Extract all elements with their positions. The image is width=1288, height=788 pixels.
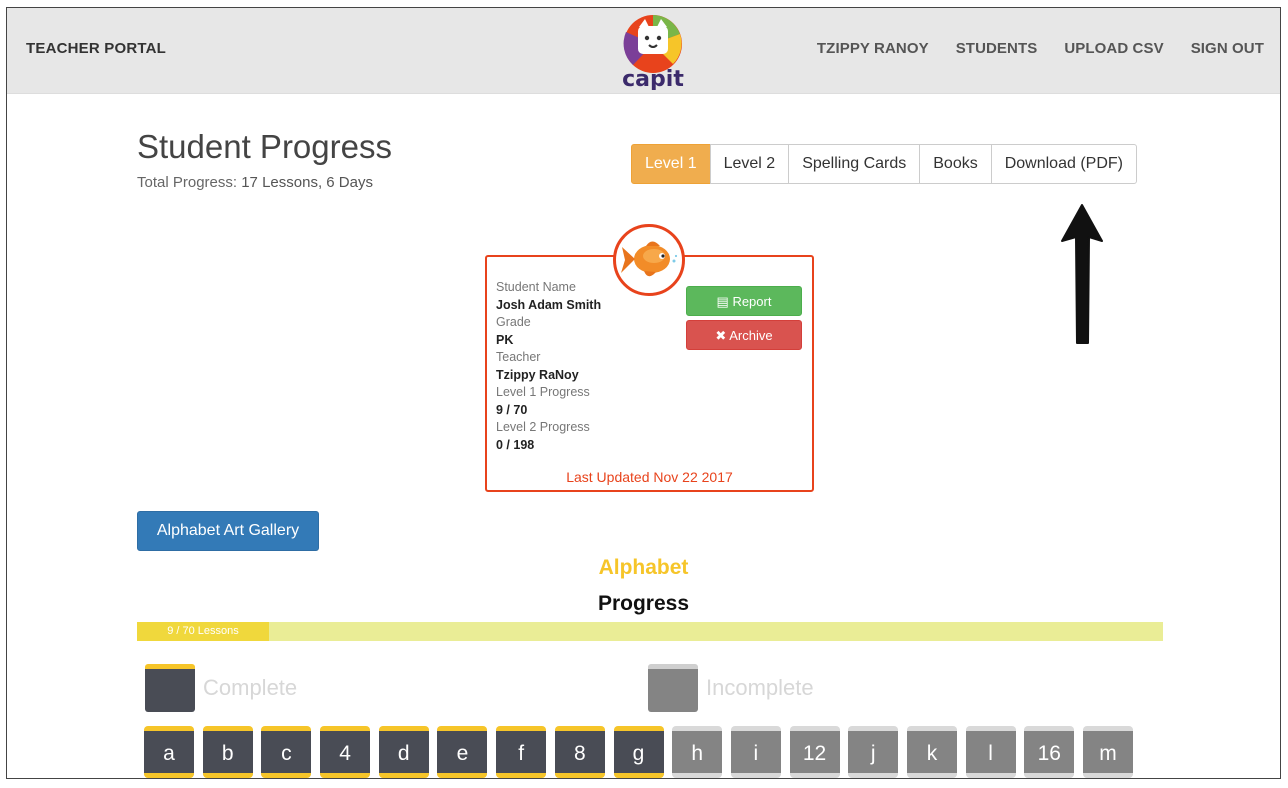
lesson-tile[interactable]: d	[378, 726, 429, 778]
teacher-label: Teacher	[496, 350, 541, 364]
tab-level-2[interactable]: Level 2	[709, 144, 790, 184]
lesson-tile[interactable]: f	[496, 726, 547, 778]
report-label: Report	[732, 294, 772, 309]
teacher-value: Tzippy RaNoy	[496, 367, 579, 382]
legend-complete: Complete	[145, 664, 297, 712]
level2-progress-label: Level 2 Progress	[496, 420, 590, 434]
brand-link[interactable]: TEACHER PORTAL	[26, 40, 166, 57]
tab-level-1[interactable]: Level 1	[631, 144, 711, 184]
arrow-up-icon	[1061, 204, 1103, 344]
nav-upload-csv[interactable]: UPLOAD CSV	[1064, 40, 1163, 57]
tab-download-pdf[interactable]: Download (PDF)	[990, 144, 1137, 184]
tab-books[interactable]: Books	[919, 144, 992, 184]
level-tabs: Level 1 Level 2 Spelling Cards Books Dow…	[631, 144, 1137, 184]
alphabet-art-gallery-button[interactable]: Alphabet Art Gallery	[137, 511, 319, 551]
lesson-tile[interactable]: 12	[789, 726, 840, 778]
lesson-tile[interactable]: e	[437, 726, 488, 778]
tab-spelling-cards[interactable]: Spelling Cards	[788, 144, 921, 184]
complete-swatch	[145, 664, 195, 712]
lesson-tile[interactable]: m	[1083, 726, 1133, 778]
lesson-tiles: a b c 4 d e f 8 g h i 12 j k l 16 m	[144, 726, 1142, 778]
section-title: Alphabet	[598, 556, 689, 579]
report-icon: ▤	[716, 294, 729, 309]
logo-text: capit	[622, 67, 684, 90]
lesson-tile[interactable]: b	[202, 726, 253, 778]
lesson-tile[interactable]: l	[965, 726, 1016, 778]
nav-user[interactable]: TZIPPY RANOY	[817, 40, 929, 57]
lesson-tile[interactable]: h	[672, 726, 723, 778]
total-progress-value: 17 Lessons, 6 Days	[241, 174, 373, 191]
level1-progress-label: Level 1 Progress	[496, 385, 590, 399]
top-navbar: TEACHER PORTAL capit TZIPPY RANOY STUDEN…	[7, 8, 1280, 94]
incomplete-swatch	[648, 664, 698, 712]
student-name-label: Student Name	[496, 280, 576, 294]
lessons-progress-bar: 9 / 70 Lessons	[137, 622, 1163, 641]
nav-sign-out[interactable]: SIGN OUT	[1191, 40, 1264, 57]
lesson-tile[interactable]: k	[906, 726, 957, 778]
incomplete-label: Incomplete	[706, 675, 814, 700]
lesson-tile[interactable]: g	[613, 726, 664, 778]
complete-label: Complete	[203, 675, 298, 700]
lesson-tile[interactable]: c	[261, 726, 312, 778]
lesson-tile[interactable]: a	[144, 726, 194, 778]
total-progress: Total Progress: 17 Lessons, 6 Days	[137, 174, 373, 191]
lesson-tile[interactable]: 8	[554, 726, 605, 778]
page-title: Student Progress	[137, 128, 392, 165]
lesson-tile[interactable]: i	[730, 726, 781, 778]
level1-progress-value: 9 / 70	[496, 402, 528, 417]
last-updated: Last Updated Nov 22 2017	[566, 469, 733, 485]
level2-progress-value: 0 / 198	[496, 437, 535, 452]
legend-incomplete: Incomplete	[648, 664, 814, 712]
grade-label: Grade	[496, 315, 531, 329]
student-info: Student Name Josh Adam Smith Grade PK Te…	[496, 279, 601, 454]
archive-button[interactable]: ✖ Archive	[686, 320, 802, 350]
capit-logo[interactable]: capit	[618, 14, 688, 90]
nav-students[interactable]: STUDENTS	[956, 40, 1038, 57]
goldfish-icon	[621, 241, 678, 277]
lesson-tile[interactable]: 16	[1024, 726, 1075, 778]
lesson-tile[interactable]: 4	[320, 726, 371, 778]
nav-links: TZIPPY RANOY STUDENTS UPLOAD CSV SIGN OU…	[790, 40, 1264, 57]
close-icon: ✖	[715, 328, 727, 343]
section-subtitle: Progress	[597, 592, 690, 615]
student-avatar	[613, 224, 685, 296]
grade-value: PK	[496, 332, 514, 347]
report-button[interactable]: ▤ Report	[686, 286, 802, 316]
lessons-progress-fill: 9 / 70 Lessons	[137, 622, 269, 641]
lesson-tile[interactable]: j	[848, 726, 899, 778]
app-frame: TEACHER PORTAL capit TZIPPY RANOY STUDEN…	[6, 7, 1281, 779]
archive-label: Archive	[729, 328, 773, 343]
student-name: Josh Adam Smith	[496, 297, 602, 312]
total-progress-label: Total Progress:	[137, 174, 238, 191]
